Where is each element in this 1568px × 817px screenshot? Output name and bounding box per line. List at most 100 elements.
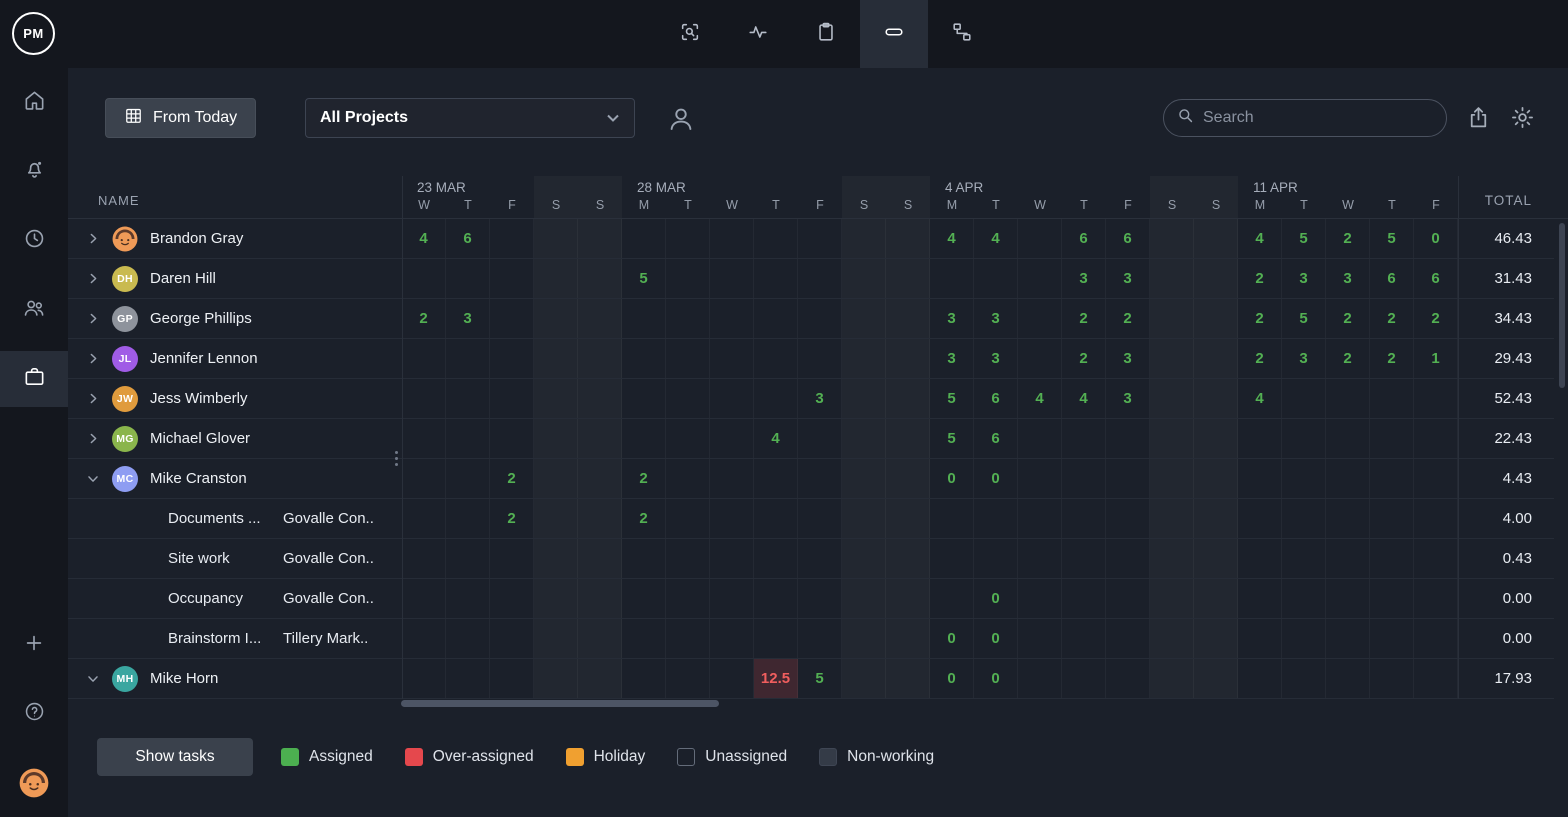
workload-cell[interactable] xyxy=(886,379,930,418)
workload-cell[interactable]: 3 xyxy=(1062,259,1106,298)
workload-cell[interactable] xyxy=(710,379,754,418)
workload-cell[interactable] xyxy=(1238,659,1282,698)
workload-cell[interactable] xyxy=(1238,419,1282,458)
workload-cell[interactable] xyxy=(622,299,666,338)
collapse-chevron-icon[interactable] xyxy=(87,468,100,490)
workload-cell[interactable] xyxy=(1018,299,1062,338)
workload-cell[interactable] xyxy=(1062,459,1106,498)
workload-cell[interactable] xyxy=(1414,459,1458,498)
workload-cell[interactable] xyxy=(622,419,666,458)
sidebar-item-portfolio[interactable] xyxy=(0,351,68,407)
workload-cell[interactable] xyxy=(1194,619,1238,658)
workload-cell[interactable] xyxy=(446,459,490,498)
workload-cell[interactable] xyxy=(402,379,446,418)
workload-cell[interactable] xyxy=(1326,539,1370,578)
workload-cell[interactable] xyxy=(754,259,798,298)
workload-cell[interactable] xyxy=(798,339,842,378)
workload-cell[interactable] xyxy=(446,379,490,418)
workload-cell[interactable] xyxy=(666,379,710,418)
workload-cell[interactable] xyxy=(886,419,930,458)
workload-cell[interactable] xyxy=(1150,259,1194,298)
workload-cell[interactable] xyxy=(1238,579,1282,618)
sidebar-item-add[interactable] xyxy=(0,622,68,668)
workload-cell[interactable] xyxy=(1326,499,1370,538)
workload-cell[interactable] xyxy=(1018,619,1062,658)
workload-cell[interactable] xyxy=(1414,539,1458,578)
workload-cell[interactable] xyxy=(1194,579,1238,618)
workload-cell[interactable] xyxy=(886,339,930,378)
workload-cell[interactable] xyxy=(1150,659,1194,698)
workload-cell[interactable]: 2 xyxy=(1370,339,1414,378)
workload-cell[interactable] xyxy=(798,219,842,258)
workload-cell[interactable] xyxy=(710,619,754,658)
workload-cell[interactable]: 4 xyxy=(1238,379,1282,418)
workload-cell[interactable]: 5 xyxy=(1282,219,1326,258)
workload-cell[interactable] xyxy=(578,419,622,458)
workload-cell[interactable] xyxy=(446,579,490,618)
workload-cell[interactable]: 0 xyxy=(930,459,974,498)
show-tasks-button[interactable]: Show tasks xyxy=(97,738,253,776)
workload-cell[interactable] xyxy=(1194,459,1238,498)
workload-cell[interactable] xyxy=(1414,379,1458,418)
workload-cell[interactable]: 2 xyxy=(622,459,666,498)
workload-cell[interactable]: 3 xyxy=(1106,259,1150,298)
workload-cell[interactable]: 4 xyxy=(754,419,798,458)
workload-cell[interactable] xyxy=(402,659,446,698)
workload-cell[interactable] xyxy=(886,299,930,338)
workload-cell[interactable] xyxy=(798,539,842,578)
workload-cell[interactable] xyxy=(886,459,930,498)
workload-cell[interactable] xyxy=(666,619,710,658)
workload-cell[interactable] xyxy=(798,579,842,618)
workload-cell[interactable] xyxy=(754,619,798,658)
settings-button[interactable] xyxy=(1510,105,1535,135)
workload-cell[interactable] xyxy=(1414,419,1458,458)
workload-cell[interactable] xyxy=(886,499,930,538)
workload-cell[interactable] xyxy=(578,659,622,698)
workload-cell[interactable] xyxy=(1326,419,1370,458)
workload-cell[interactable] xyxy=(490,539,534,578)
workload-cell[interactable] xyxy=(798,299,842,338)
workload-cell[interactable] xyxy=(1106,539,1150,578)
from-today-button[interactable]: From Today xyxy=(105,98,256,138)
workload-cell[interactable] xyxy=(1150,219,1194,258)
workload-cell[interactable]: 3 xyxy=(974,299,1018,338)
workload-cell[interactable] xyxy=(666,539,710,578)
sidebar-item-home[interactable] xyxy=(0,80,68,126)
workload-cell[interactable]: 12.5 xyxy=(754,659,798,698)
workload-cell[interactable] xyxy=(578,499,622,538)
workload-cell[interactable] xyxy=(1194,499,1238,538)
workload-cell[interactable] xyxy=(1018,259,1062,298)
workload-cell[interactable] xyxy=(754,579,798,618)
tab-activity[interactable] xyxy=(724,0,792,68)
workload-cell[interactable] xyxy=(710,659,754,698)
workload-cell[interactable] xyxy=(1370,499,1414,538)
workload-cell[interactable]: 5 xyxy=(930,419,974,458)
workload-cell[interactable] xyxy=(1238,539,1282,578)
workload-cell[interactable] xyxy=(402,259,446,298)
workload-cell[interactable] xyxy=(1150,379,1194,418)
person-row[interactable]: MGMichael Glover45622.43 xyxy=(68,419,1554,459)
workload-cell[interactable] xyxy=(1194,379,1238,418)
workload-cell[interactable] xyxy=(1106,659,1150,698)
workload-cell[interactable] xyxy=(402,459,446,498)
person-row[interactable]: Brandon Gray4644664525046.43 xyxy=(68,219,1554,259)
workload-cell[interactable]: 4 xyxy=(402,219,446,258)
workload-cell[interactable] xyxy=(490,219,534,258)
workload-cell[interactable] xyxy=(842,499,886,538)
workload-cell[interactable]: 5 xyxy=(1370,219,1414,258)
workload-cell[interactable] xyxy=(710,339,754,378)
workload-cell[interactable]: 2 xyxy=(1062,339,1106,378)
workload-cell[interactable]: 3 xyxy=(1282,259,1326,298)
workload-cell[interactable] xyxy=(1018,659,1062,698)
workload-cell[interactable] xyxy=(1238,499,1282,538)
workload-cell[interactable]: 5 xyxy=(622,259,666,298)
workload-cell[interactable]: 2 xyxy=(490,499,534,538)
task-row[interactable]: OccupancyGovalle Con..00.00 xyxy=(68,579,1554,619)
workload-cell[interactable] xyxy=(886,659,930,698)
expand-chevron-icon[interactable] xyxy=(82,272,104,285)
export-button[interactable] xyxy=(1466,105,1491,135)
person-row[interactable]: MCMike Cranston22004.43 xyxy=(68,459,1554,499)
workload-cell[interactable] xyxy=(1414,499,1458,538)
workload-cell[interactable] xyxy=(1150,539,1194,578)
workload-cell[interactable] xyxy=(1018,219,1062,258)
